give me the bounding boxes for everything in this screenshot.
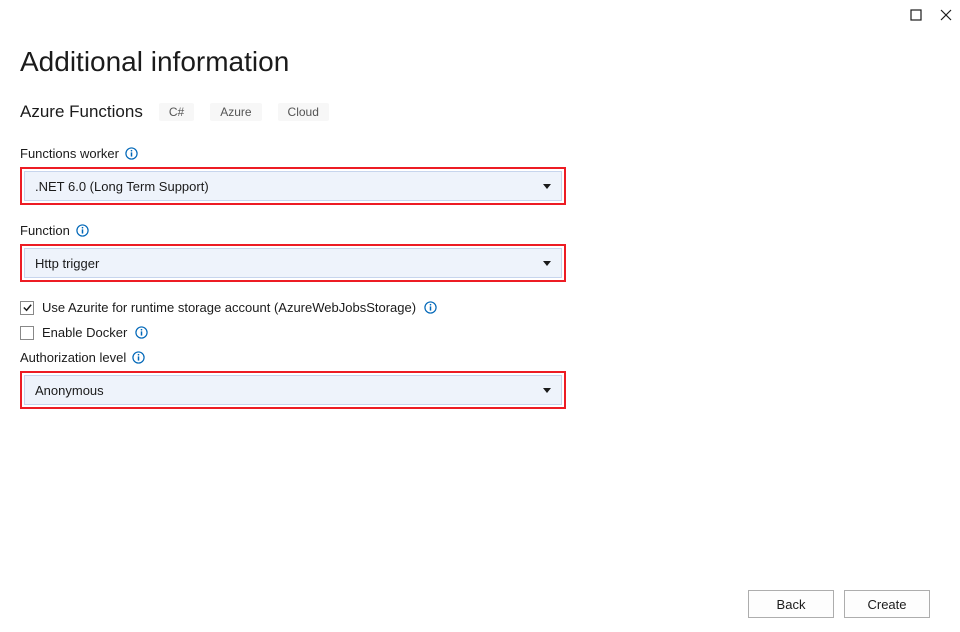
info-icon[interactable] xyxy=(125,147,138,160)
docker-checkbox-label: Enable Docker xyxy=(42,325,127,340)
function-trigger-label: Function xyxy=(20,223,70,238)
titlebar xyxy=(0,0,960,30)
function-trigger-label-row: Function xyxy=(20,223,940,238)
azurite-checkbox-row: Use Azurite for runtime storage account … xyxy=(20,300,940,315)
function-trigger-value: Http trigger xyxy=(35,256,99,271)
tag-azure: Azure xyxy=(210,103,261,121)
azurite-checkbox-label: Use Azurite for runtime storage account … xyxy=(42,300,416,315)
dialog-window: Additional information Azure Functions C… xyxy=(0,0,960,632)
chevron-down-icon xyxy=(543,261,551,266)
back-button[interactable]: Back xyxy=(748,590,834,618)
project-type-row: Azure Functions C# Azure Cloud xyxy=(20,102,940,122)
info-icon[interactable] xyxy=(132,351,145,364)
auth-level-highlight: Anonymous xyxy=(20,371,566,409)
functions-worker-highlight: .NET 6.0 (Long Term Support) xyxy=(20,167,566,205)
docker-checkbox[interactable] xyxy=(20,326,34,340)
info-icon[interactable] xyxy=(76,224,89,237)
functions-worker-dropdown[interactable]: .NET 6.0 (Long Term Support) xyxy=(24,171,562,201)
maximize-icon[interactable] xyxy=(910,9,922,21)
function-trigger-highlight: Http trigger xyxy=(20,244,566,282)
project-type-label: Azure Functions xyxy=(20,102,143,122)
page-title: Additional information xyxy=(20,46,940,78)
functions-worker-label-row: Functions worker xyxy=(20,146,940,161)
auth-level-label: Authorization level xyxy=(20,350,126,365)
function-trigger-dropdown[interactable]: Http trigger xyxy=(24,248,562,278)
info-icon[interactable] xyxy=(135,326,148,339)
footer: Back Create xyxy=(748,590,930,618)
chevron-down-icon xyxy=(543,184,551,189)
auth-level-value: Anonymous xyxy=(35,383,104,398)
azurite-checkbox[interactable] xyxy=(20,301,34,315)
chevron-down-icon xyxy=(543,388,551,393)
functions-worker-label: Functions worker xyxy=(20,146,119,161)
functions-worker-value: .NET 6.0 (Long Term Support) xyxy=(35,179,209,194)
create-button[interactable]: Create xyxy=(844,590,930,618)
tag-cloud: Cloud xyxy=(278,103,329,121)
info-icon[interactable] xyxy=(424,301,437,314)
close-icon[interactable] xyxy=(940,9,952,21)
tag-csharp: C# xyxy=(159,103,194,121)
docker-checkbox-row: Enable Docker xyxy=(20,325,940,340)
content-area: Additional information Azure Functions C… xyxy=(0,30,960,409)
auth-level-label-row: Authorization level xyxy=(20,350,940,365)
auth-level-dropdown[interactable]: Anonymous xyxy=(24,375,562,405)
